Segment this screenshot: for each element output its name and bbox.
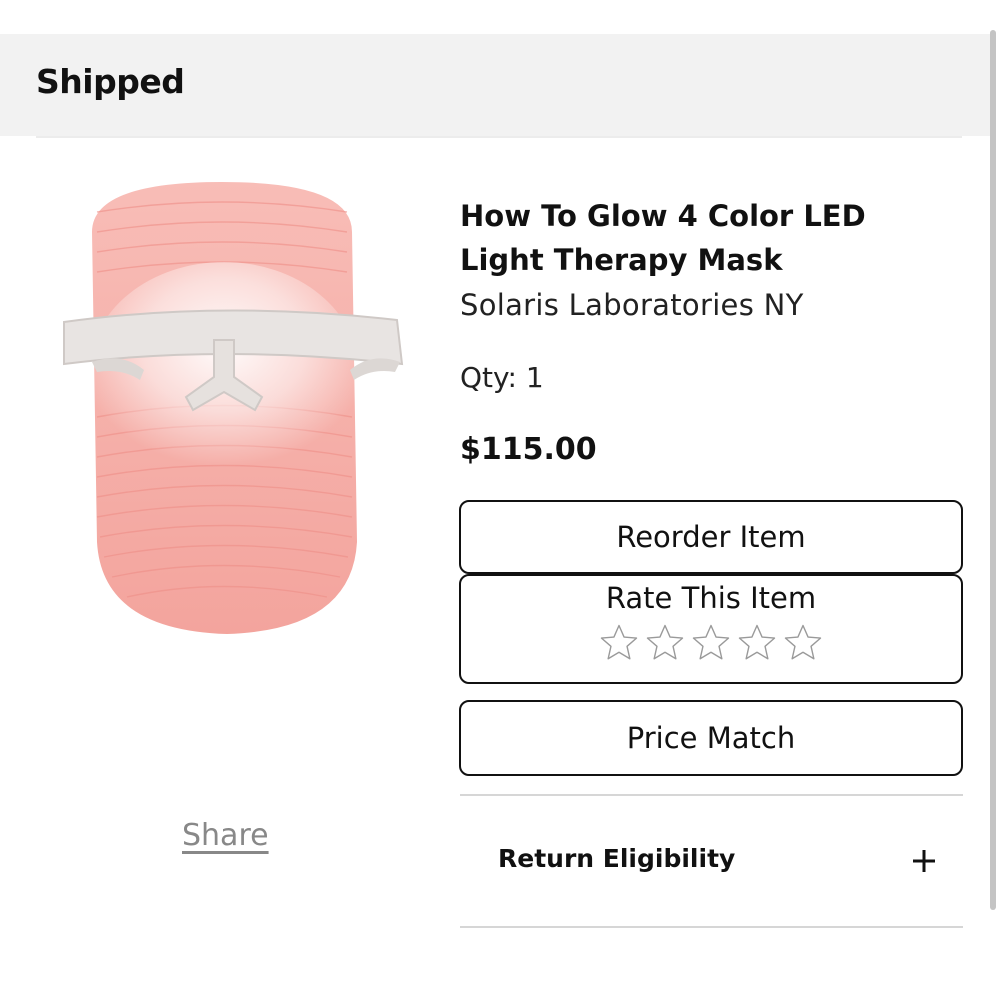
star-4-icon[interactable] bbox=[736, 622, 778, 664]
product-image bbox=[52, 172, 412, 642]
product-name[interactable]: How To Glow 4 Color LED Light Therapy Ma… bbox=[460, 194, 900, 282]
plus-icon[interactable] bbox=[913, 850, 935, 872]
product-price: $115.00 bbox=[460, 432, 597, 467]
product-quantity: Qty: 1 bbox=[460, 361, 544, 394]
led-face-mask-image bbox=[63, 182, 404, 634]
star-rating[interactable] bbox=[461, 622, 961, 664]
return-eligibility-row[interactable]: Return Eligibility bbox=[460, 826, 963, 896]
divider bbox=[460, 926, 963, 928]
share-link[interactable]: Share bbox=[182, 818, 269, 853]
return-eligibility-label: Return Eligibility bbox=[498, 844, 736, 873]
product-brand[interactable]: Solaris Laboratories NY bbox=[460, 288, 804, 322]
price-match-button[interactable]: Price Match bbox=[459, 700, 963, 776]
star-1-icon[interactable] bbox=[598, 622, 640, 664]
star-3-icon[interactable] bbox=[690, 622, 732, 664]
star-5-icon[interactable] bbox=[782, 622, 824, 664]
reorder-item-button[interactable]: Reorder Item bbox=[459, 500, 963, 574]
rate-item-label: Rate This Item bbox=[605, 581, 817, 615]
star-2-icon[interactable] bbox=[644, 622, 686, 664]
rate-item-box: Rate This Item bbox=[459, 574, 963, 684]
divider bbox=[460, 794, 963, 796]
header-divider bbox=[36, 136, 962, 138]
scrollbar[interactable] bbox=[990, 30, 996, 910]
status-title: Shipped bbox=[36, 62, 185, 101]
